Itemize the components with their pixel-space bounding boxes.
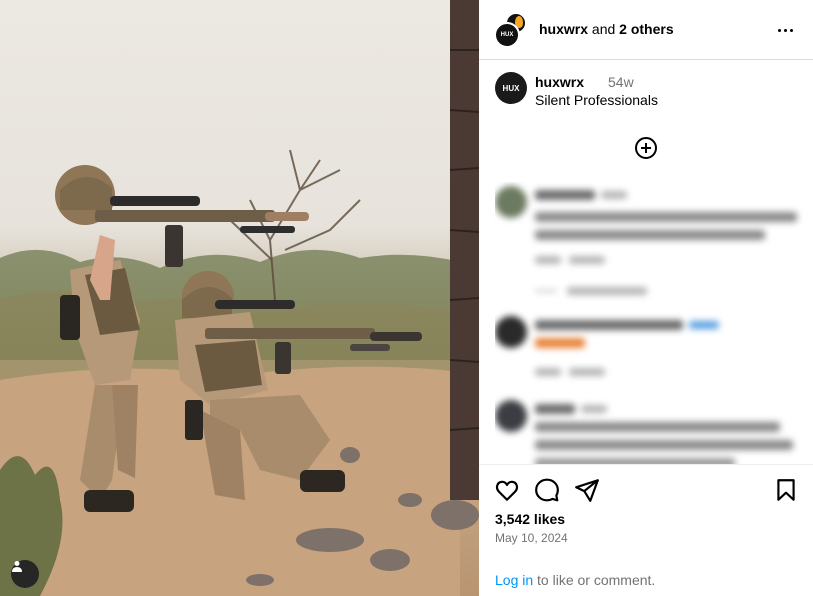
like-button[interactable]: [494, 477, 520, 503]
comment-username-redacted: [535, 190, 595, 200]
and-text: and: [591, 21, 616, 37]
view-replies-redacted: [567, 287, 647, 295]
bookmark-icon: [777, 479, 795, 501]
post-caption: HUX huxwrx 54w Silent Professionals: [495, 72, 800, 116]
user-tag-button[interactable]: [11, 560, 39, 588]
comment-text-redacted: [535, 230, 765, 240]
comment-time-redacted: [601, 191, 627, 199]
share-button[interactable]: [574, 477, 600, 503]
login-link[interactable]: Log in: [495, 572, 533, 588]
likes-count[interactable]: 3,542 likes: [495, 511, 565, 527]
comment-username-redacted: [535, 404, 575, 414]
load-more-comments-button[interactable]: [634, 136, 658, 160]
more-dot: [789, 28, 793, 32]
login-prompt-text: to like or comment.: [533, 572, 656, 588]
comment-verified-redacted: [689, 321, 719, 329]
more-dot: [783, 28, 787, 32]
plus-circle-icon: [635, 137, 657, 159]
caption-username[interactable]: huxwrx: [535, 74, 584, 90]
save-button[interactable]: [773, 477, 799, 503]
user-tag-icon: [12, 561, 22, 572]
caption-text: Silent Professionals: [535, 92, 658, 108]
comment-username-redacted: [535, 320, 683, 330]
other-collaborators-link[interactable]: 2 others: [619, 21, 673, 37]
actions-divider: [479, 464, 813, 465]
author-username[interactable]: huxwrx: [539, 21, 588, 37]
collaborator-avatars[interactable]: HUX: [494, 12, 530, 48]
comment-item: [495, 316, 805, 380]
heart-icon: [495, 480, 519, 501]
comment-meta-redacted: [535, 256, 561, 264]
comment-avatar: [495, 400, 527, 432]
comment-avatar: [495, 316, 527, 348]
paper-plane-icon: [575, 479, 599, 502]
comment-time-redacted: [581, 405, 607, 413]
more-horizontal-icon: [777, 28, 781, 32]
caption-timestamp[interactable]: 54w: [608, 74, 634, 90]
comment-item: [495, 186, 805, 296]
comment-meta-redacted: [569, 256, 605, 264]
more-options-button[interactable]: [775, 20, 795, 40]
login-prompt: Log in to like or comment.: [495, 572, 655, 588]
post-header: HUX huxwrx and 2 others: [479, 0, 813, 60]
comment-avatar: [495, 186, 527, 218]
caption-avatar[interactable]: HUX: [495, 72, 527, 104]
speech-bubble-icon: [535, 478, 559, 502]
post-photo[interactable]: [0, 0, 479, 596]
post-photo-illustration: [0, 0, 479, 596]
comment-text-redacted: [535, 212, 797, 222]
comment-text-redacted: [535, 440, 793, 450]
post-authors: huxwrx and 2 others: [539, 21, 674, 37]
comment-meta-redacted: [535, 368, 561, 376]
comment-button[interactable]: [534, 477, 560, 503]
replies-line: [535, 290, 557, 292]
comment-text-redacted: [535, 422, 780, 432]
comment-meta-redacted: [569, 368, 605, 376]
comment-item: [495, 400, 805, 464]
comment-emoji-redacted: [535, 338, 585, 348]
author-avatar[interactable]: HUX: [494, 22, 520, 48]
post-actions-bar: [494, 477, 799, 503]
post-date[interactable]: May 10, 2024: [495, 531, 568, 545]
post-details-panel: HUX huxwrx and 2 others HUX huxwrx 54w S…: [479, 0, 813, 596]
comments-list: [495, 182, 805, 464]
